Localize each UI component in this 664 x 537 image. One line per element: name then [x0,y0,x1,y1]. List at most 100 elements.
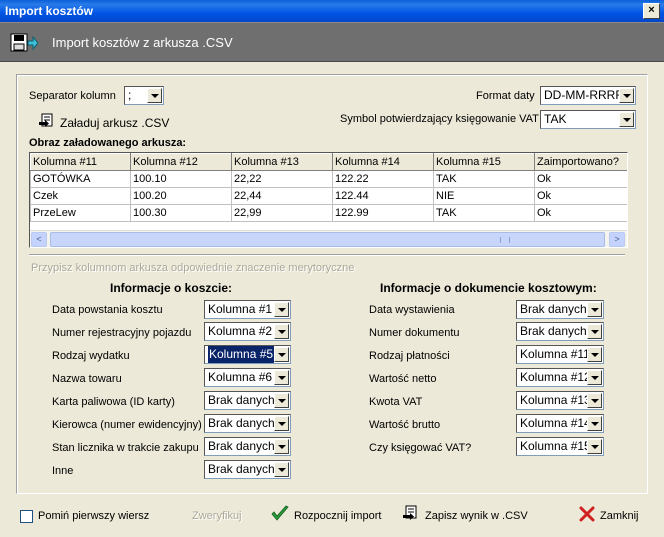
table-cell: TAK [433,204,535,222]
cost-date-combo[interactable]: Kolumna #1 [204,300,291,319]
chevron-down-icon[interactable] [587,416,602,431]
table-cell: Ok [534,204,627,222]
table-cell: NIE [433,187,535,205]
chevron-down-icon[interactable] [274,347,289,362]
payment-type-combo[interactable]: Kolumna #11 [516,345,604,364]
field-label: Karta paliwowa (ID karty) [52,396,175,408]
table-header-row: Kolumna #11 Kolumna #12 Kolumna #13 Kolu… [30,153,627,171]
other-combo[interactable]: Brak danych [204,460,291,479]
table-cell: 100.20 [130,187,232,205]
chevron-down-icon[interactable] [587,439,602,454]
chevron-down-icon[interactable] [274,439,289,454]
field-label: Kwota VAT [369,396,423,408]
combo-value: Kolumna #2 [208,324,273,338]
chevron-down-icon[interactable] [619,88,634,103]
separator-combo[interactable]: ; [124,86,164,105]
load-csv-button[interactable]: Załaduj arkusz .CSV [60,116,169,130]
chevron-down-icon[interactable] [274,416,289,431]
window-close-button[interactable]: × [643,3,660,19]
field-label: Stan licznika w trakcie zakupu [52,442,199,454]
table-cell: 122.22 [332,170,434,188]
header-title: Import kosztów z arkusza .CSV [52,35,233,50]
combo-value: Kolumna #13 [520,393,591,407]
table-cell: 22,99 [231,204,333,222]
window-title: Import kosztów [5,4,94,18]
chevron-down-icon[interactable] [147,88,162,103]
chevron-down-icon[interactable] [587,302,602,317]
combo-value: Brak danych [208,416,275,430]
driver-combo[interactable]: Brak danych [204,414,291,433]
chevron-down-icon[interactable] [587,370,602,385]
chevron-down-icon[interactable] [274,393,289,408]
table-cell: Ok [534,187,627,205]
chevron-down-icon[interactable] [274,462,289,477]
column-header[interactable]: Kolumna #15 [433,153,535,171]
column-header[interactable]: Kolumna #13 [231,153,333,171]
combo-value: Kolumna #15 [520,439,591,453]
skip-first-row-checkbox[interactable] [20,510,33,523]
gross-value-combo[interactable]: Kolumna #14 [516,414,604,433]
vat-symbol-combo[interactable]: TAK [540,110,636,129]
column-header[interactable]: Zaimportowano? [534,153,627,171]
vat-symbol-value: TAK [544,112,567,126]
chevron-down-icon[interactable] [619,112,634,127]
preview-grid[interactable]: Kolumna #11 Kolumna #12 Kolumna #13 Kolu… [29,152,628,248]
separator-label: Separator kolumn [29,90,116,102]
date-format-label: Format daty [476,90,535,102]
preview-title: Obraz załadowanego arkusza: [29,137,187,149]
import-sheet-icon[interactable] [38,113,56,129]
table-row[interactable]: PrzeLew 100.30 22,99 122.99 TAK Ok [30,204,627,222]
combo-value: Kolumna #14 [520,416,591,430]
table-cell: 100.30 [130,204,232,222]
product-name-combo[interactable]: Kolumna #6 [204,368,291,387]
scroll-thumb[interactable] [50,232,605,247]
combo-value: Brak danych [208,439,275,453]
net-value-combo[interactable]: Kolumna #12 [516,368,604,387]
date-format-value: DD-MM-RRRR [544,88,624,102]
skip-first-row-label[interactable]: Pomiń pierwszy wiersz [38,510,149,522]
horizontal-scrollbar[interactable]: < > [30,230,627,247]
combo-value: Brak danych [208,393,275,407]
checkmark-icon[interactable] [270,505,290,523]
verify-button[interactable]: Zweryfikuj [192,510,242,522]
combo-value: Brak danych [520,324,587,338]
date-format-combo[interactable]: DD-MM-RRRR [540,86,636,105]
close-button[interactable]: Zamknij [600,510,639,522]
cost-info-title: Informacje o koszcie: [110,281,233,295]
fuel-card-combo[interactable]: Brak danych [204,391,291,410]
chevron-down-icon[interactable] [274,370,289,385]
chevron-down-icon[interactable] [274,302,289,317]
document-number-combo[interactable]: Brak danych [516,322,604,341]
table-cell: 22,44 [231,187,333,205]
separator-line [29,254,625,256]
close-icon[interactable] [578,505,596,523]
combo-value: Kolumna #5 [206,346,276,363]
start-import-button[interactable]: Rozpocznij import [294,510,381,522]
chevron-down-icon[interactable] [587,347,602,362]
field-label: Data wystawienia [369,304,455,316]
chevron-down-icon[interactable] [587,393,602,408]
vat-amount-combo[interactable]: Kolumna #13 [516,391,604,410]
table-row[interactable]: Czek 100.20 22,44 122.44 NIE Ok [30,187,627,205]
issue-date-combo[interactable]: Brak danych [516,300,604,319]
vehicle-reg-combo[interactable]: Kolumna #2 [204,322,291,341]
chevron-down-icon[interactable] [587,324,602,339]
header-band: Import kosztów z arkusza .CSV [0,22,664,62]
table-cell: TAK [433,170,535,188]
scroll-left-button[interactable]: < [31,232,47,247]
column-header[interactable]: Kolumna #14 [332,153,434,171]
scroll-right-button[interactable]: > [609,232,625,247]
post-vat-combo[interactable]: Kolumna #15 [516,437,604,456]
column-header[interactable]: Kolumna #11 [30,153,131,171]
chevron-down-icon[interactable] [274,324,289,339]
export-sheet-icon[interactable] [402,505,422,523]
combo-value: Kolumna #6 [208,370,273,384]
field-label: Wartość brutto [369,419,441,431]
field-label: Data powstania kosztu [52,304,163,316]
table-row[interactable]: GOTÓWKA 100.10 22,22 122.22 TAK Ok [30,170,627,188]
odometer-combo[interactable]: Brak danych [204,437,291,456]
column-header[interactable]: Kolumna #12 [130,153,232,171]
field-label: Rodzaj płatności [369,350,450,362]
expense-type-combo[interactable]: Kolumna #5 [204,345,291,364]
save-result-button[interactable]: Zapisz wynik w .CSV [425,510,528,522]
